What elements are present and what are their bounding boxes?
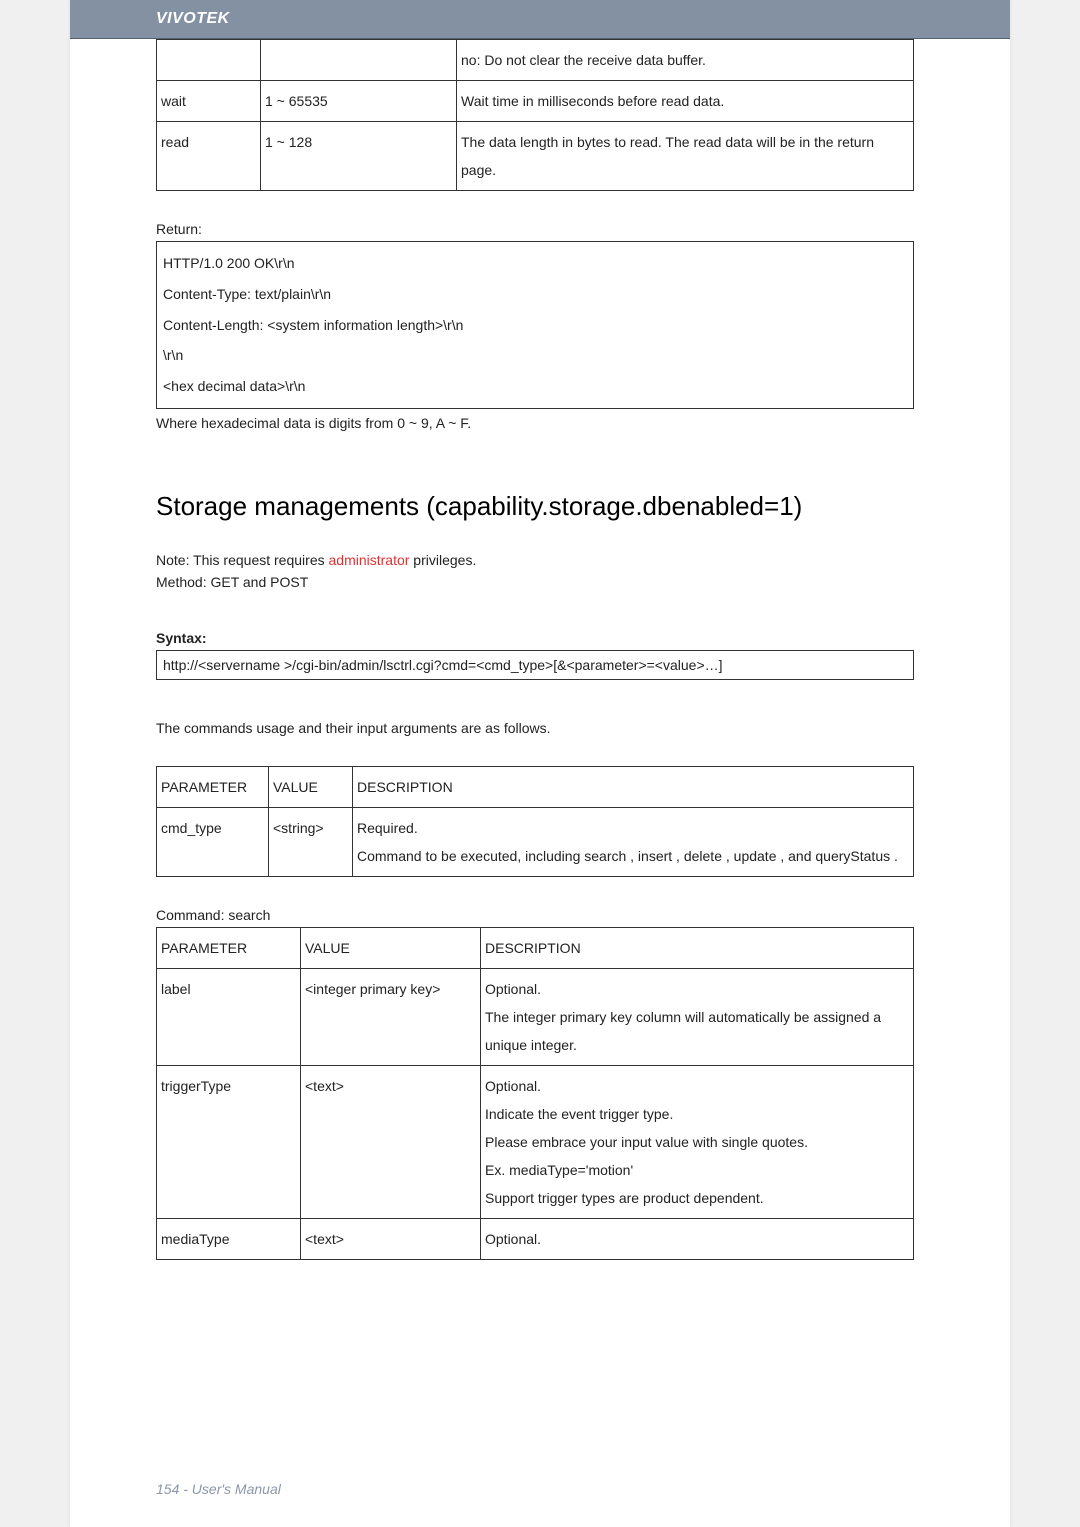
cell-value: 1 ~ 65535 [261, 81, 457, 122]
hex-note: Where hexadecimal data is digits from 0 … [156, 415, 914, 431]
page: VIVOTEK no: Do not clear the receive dat… [70, 0, 1010, 1527]
note-prefix: Note: This request requires [156, 552, 329, 568]
section-heading: Storage managements (capability.storage.… [156, 491, 914, 522]
cell-param: cmd_type [157, 807, 269, 876]
return-box: HTTP/1.0 200 OK\r\n Content-Type: text/p… [156, 241, 914, 409]
cell-param: triggerType [157, 1065, 301, 1218]
top-parameter-table: no: Do not clear the receive data buffer… [156, 39, 914, 191]
cell-value: <integer primary key> [301, 968, 481, 1065]
syntax-box: http://<servername >/cgi-bin/admin/lsctr… [156, 650, 914, 680]
table-row: wait 1 ~ 65535 Wait time in milliseconds… [157, 81, 914, 122]
brand-label: VIVOTEK [156, 10, 230, 27]
table-header-row: PARAMETER VALUE DESCRIPTION [157, 766, 914, 807]
method-line: Method: GET and POST [156, 574, 914, 590]
table-row: no: Do not clear the receive data buffer… [157, 40, 914, 81]
header-param: PARAMETER [157, 766, 269, 807]
table-row: mediaType <text> Optional. [157, 1218, 914, 1259]
header-desc: DESCRIPTION [353, 766, 914, 807]
return-line: HTTP/1.0 200 OK\r\n [163, 248, 907, 279]
cell-param: read [157, 122, 261, 191]
cell-value: <text> [301, 1065, 481, 1218]
cell-desc: The data length in bytes to read. The re… [457, 122, 914, 191]
cell-desc: Optional. The integer primary key column… [481, 968, 914, 1065]
page-footer: 154 - User's Manual [156, 1481, 281, 1497]
return-line: Content-Length: <system information leng… [163, 310, 907, 341]
return-label: Return: [156, 221, 914, 237]
return-line: Content-Type: text/plain\r\n [163, 279, 907, 310]
command-search-label: Command: search [156, 907, 914, 923]
header-value: VALUE [301, 927, 481, 968]
cell-value [261, 40, 457, 81]
cell-value: <string> [269, 807, 353, 876]
table-row: triggerType <text> Optional. Indicate th… [157, 1065, 914, 1218]
table-row: read 1 ~ 128 The data length in bytes to… [157, 122, 914, 191]
cmd-table: PARAMETER VALUE DESCRIPTION cmd_type <st… [156, 766, 914, 877]
return-line: <hex decimal data>\r\n [163, 371, 907, 402]
header-desc: DESCRIPTION [481, 927, 914, 968]
cell-desc: Optional. Indicate the event trigger typ… [481, 1065, 914, 1218]
header-param: PARAMETER [157, 927, 301, 968]
page-content: no: Do not clear the receive data buffer… [70, 39, 1010, 1260]
search-table: PARAMETER VALUE DESCRIPTION label <integ… [156, 927, 914, 1260]
syntax-label: Syntax: [156, 630, 914, 646]
cell-param: wait [157, 81, 261, 122]
note-admin: administrator [329, 552, 410, 568]
cell-desc: no: Do not clear the receive data buffer… [457, 40, 914, 81]
table-row: cmd_type <string> Required. Command to b… [157, 807, 914, 876]
table-row: label <integer primary key> Optional. Th… [157, 968, 914, 1065]
header-value: VALUE [269, 766, 353, 807]
page-header: VIVOTEK [70, 0, 1010, 39]
cell-param [157, 40, 261, 81]
cell-desc: Required. Command to be executed, includ… [353, 807, 914, 876]
return-line: \r\n [163, 340, 907, 371]
cell-value: 1 ~ 128 [261, 122, 457, 191]
table-header-row: PARAMETER VALUE DESCRIPTION [157, 927, 914, 968]
usage-line: The commands usage and their input argum… [156, 720, 914, 736]
note-line: Note: This request requires administrato… [156, 552, 914, 568]
cell-desc: Optional. [481, 1218, 914, 1259]
cell-param: mediaType [157, 1218, 301, 1259]
cell-param: label [157, 968, 301, 1065]
note-suffix: privileges. [409, 552, 476, 568]
cell-desc: Wait time in milliseconds before read da… [457, 81, 914, 122]
cell-value: <text> [301, 1218, 481, 1259]
